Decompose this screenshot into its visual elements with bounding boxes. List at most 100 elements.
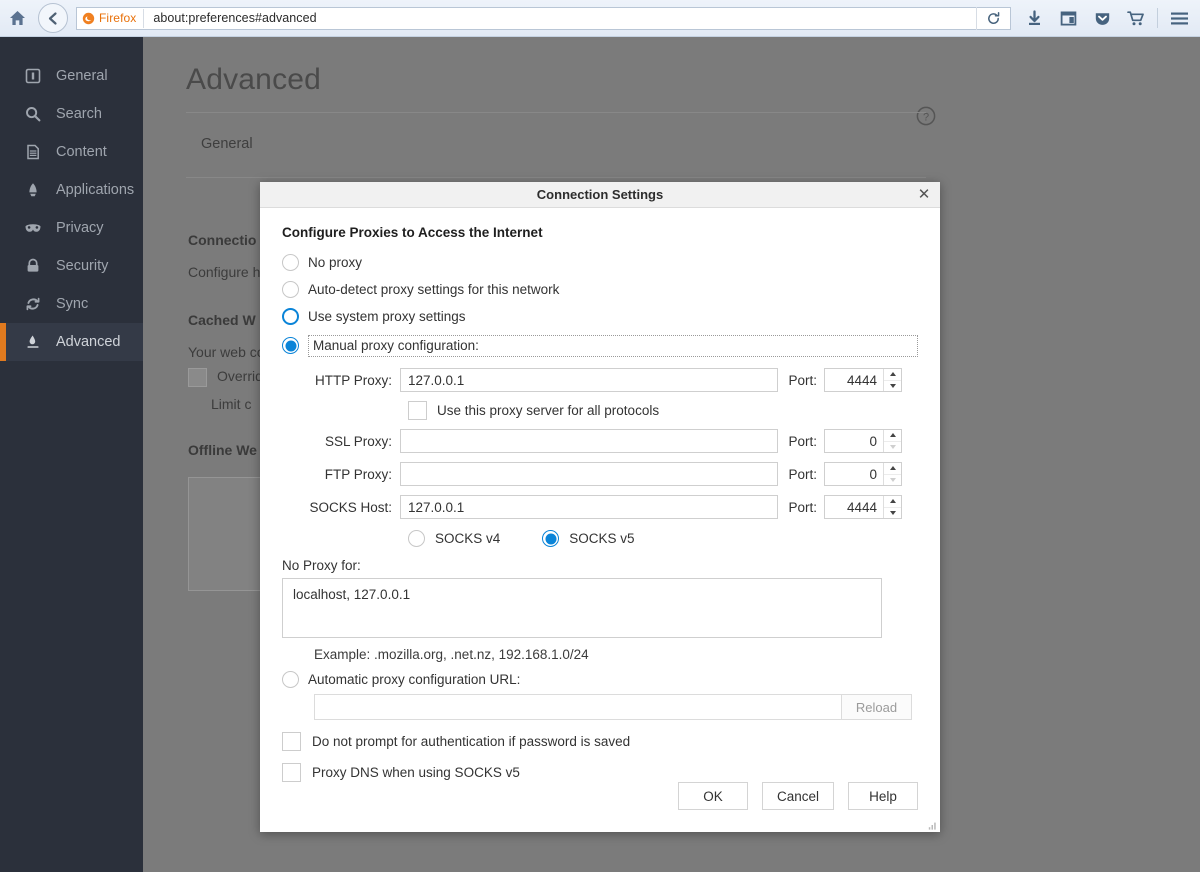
- http-port-input[interactable]: 4444: [825, 369, 883, 391]
- cart-icon[interactable]: [1119, 1, 1153, 35]
- spinner-up-icon[interactable]: [884, 496, 901, 508]
- close-icon[interactable]: ✕: [916, 186, 932, 202]
- socks-host-label: SOCKS Host:: [282, 500, 400, 515]
- override-cache-checkbox[interactable]: [188, 368, 207, 387]
- socks-port-input[interactable]: 4444: [825, 496, 883, 518]
- no-proxy-textarea[interactable]: localhost, 127.0.0.1: [282, 578, 882, 638]
- radio-no-proxy[interactable]: [282, 254, 299, 271]
- proxy-dns-checkbox[interactable]: [282, 763, 301, 782]
- ssl-port-stepper[interactable]: 0: [824, 429, 902, 453]
- all-protocols-checkbox[interactable]: [408, 401, 427, 420]
- proxy-dns-label: Proxy DNS when using SOCKS v5: [312, 765, 520, 780]
- general-icon: [24, 67, 42, 85]
- dialog-body: Configure Proxies to Access the Internet…: [260, 208, 940, 832]
- spinner-up-icon[interactable]: [884, 430, 901, 442]
- download-icon[interactable]: [1017, 1, 1051, 35]
- browser-toolbar: Firefox about:preferences#advanced: [0, 0, 1200, 37]
- ssl-proxy-label: SSL Proxy:: [282, 434, 400, 449]
- pac-url-input[interactable]: [314, 694, 842, 720]
- no-prompt-checkbox[interactable]: [282, 732, 301, 751]
- advanced-icon: [24, 333, 42, 351]
- sidebar-item-general[interactable]: General: [0, 57, 143, 95]
- ssl-proxy-input[interactable]: [400, 429, 778, 453]
- sidebar-item-search[interactable]: Search: [0, 95, 143, 133]
- ftp-proxy-input[interactable]: [400, 462, 778, 486]
- sidebar-item-security[interactable]: Security: [0, 247, 143, 285]
- pac-reload-button[interactable]: Reload: [842, 694, 912, 720]
- option-no-proxy[interactable]: No proxy: [282, 249, 918, 276]
- spinner-up-icon[interactable]: [884, 369, 901, 381]
- socks-port-spinner[interactable]: [883, 496, 901, 518]
- socks-v4-label: SOCKS v4: [435, 531, 500, 546]
- reload-icon[interactable]: [976, 7, 1010, 30]
- option-label: Use system proxy settings: [308, 309, 466, 324]
- sidebar-item-sync[interactable]: Sync: [0, 285, 143, 323]
- spinner-down-icon[interactable]: [884, 381, 901, 392]
- ssl-port-spinner[interactable]: [883, 430, 901, 452]
- sync-icon: [24, 295, 42, 313]
- socks-port-label: Port:: [778, 500, 824, 515]
- http-proxy-input[interactable]: 127.0.0.1: [400, 368, 778, 392]
- ftp-port-spinner[interactable]: [883, 463, 901, 485]
- manual-proxy-focus-box: Manual proxy configuration:: [308, 335, 918, 357]
- privacy-mask-icon: [24, 219, 42, 237]
- option-auto-detect[interactable]: Auto-detect proxy settings for this netw…: [282, 276, 918, 303]
- ftp-port-stepper[interactable]: 0: [824, 462, 902, 486]
- hamburger-menu-icon[interactable]: [1162, 1, 1196, 35]
- pocket-icon[interactable]: [1085, 1, 1119, 35]
- radio-automatic-pac[interactable]: [282, 671, 299, 688]
- url-bar[interactable]: Firefox about:preferences#advanced: [76, 7, 1011, 30]
- option-manual-proxy[interactable]: Manual proxy configuration:: [282, 332, 918, 359]
- home-icon[interactable]: [0, 1, 34, 35]
- sidebar-item-advanced[interactable]: Advanced: [0, 323, 143, 361]
- ssl-proxy-row: SSL Proxy: Port: 0: [282, 429, 918, 453]
- ssl-port-input[interactable]: 0: [825, 430, 883, 452]
- spinner-down-icon: [884, 475, 901, 486]
- spinner-down-icon[interactable]: [884, 508, 901, 519]
- sidebar-item-privacy[interactable]: Privacy: [0, 209, 143, 247]
- radio-manual-proxy[interactable]: [282, 337, 299, 354]
- spinner-up-icon[interactable]: [884, 463, 901, 475]
- http-port-spinner[interactable]: [883, 369, 901, 391]
- option-label: Auto-detect proxy settings for this netw…: [308, 282, 559, 297]
- dialog-button-row: OK Cancel Help: [678, 782, 918, 810]
- toolbar-divider: [1157, 8, 1158, 28]
- connection-settings-dialog: Connection Settings ✕ Configure Proxies …: [260, 182, 940, 832]
- http-port-label: Port:: [778, 373, 824, 388]
- option-automatic-pac[interactable]: Automatic proxy configuration URL:: [282, 671, 918, 688]
- ssl-port-label: Port:: [778, 434, 824, 449]
- tab-general[interactable]: General: [201, 136, 253, 152]
- no-proxy-label: No Proxy for:: [282, 558, 918, 573]
- security-lock-icon: [24, 257, 42, 275]
- back-button[interactable]: [38, 3, 68, 33]
- http-proxy-row: HTTP Proxy: 127.0.0.1 Port: 4444: [282, 368, 918, 392]
- svg-text:?: ?: [923, 111, 929, 123]
- library-icon[interactable]: [1051, 1, 1085, 35]
- http-port-stepper[interactable]: 4444: [824, 368, 902, 392]
- radio-use-system-proxy[interactable]: [282, 308, 299, 325]
- url-text[interactable]: about:preferences#advanced: [144, 11, 316, 25]
- sidebar-item-applications[interactable]: Applications: [0, 171, 143, 209]
- radio-socks-v5[interactable]: [542, 530, 559, 547]
- socks-host-input[interactable]: 127.0.0.1: [400, 495, 778, 519]
- section-text-connection: Configure h: [188, 264, 260, 280]
- radio-socks-v4[interactable]: [408, 530, 425, 547]
- ok-button[interactable]: OK: [678, 782, 748, 810]
- resize-grip[interactable]: [927, 819, 937, 829]
- sidebar-item-label: Applications: [56, 182, 134, 198]
- limit-cache-text: Limit c: [211, 396, 251, 412]
- ftp-port-input[interactable]: 0: [825, 463, 883, 485]
- cancel-button[interactable]: Cancel: [762, 782, 834, 810]
- radio-auto-detect[interactable]: [282, 281, 299, 298]
- help-question-icon[interactable]: ?: [915, 105, 937, 127]
- all-protocols-row[interactable]: Use this proxy server for all protocols: [282, 401, 918, 420]
- proxy-dns-row[interactable]: Proxy DNS when using SOCKS v5: [282, 763, 918, 782]
- help-button[interactable]: Help: [848, 782, 918, 810]
- http-proxy-label: HTTP Proxy:: [282, 373, 400, 388]
- sidebar-item-label: General: [56, 68, 108, 84]
- option-use-system-proxy[interactable]: Use system proxy settings: [282, 303, 918, 330]
- no-prompt-row[interactable]: Do not prompt for authentication if pass…: [282, 732, 918, 751]
- pac-input-row: Reload: [282, 694, 918, 720]
- socks-port-stepper[interactable]: 4444: [824, 495, 902, 519]
- sidebar-item-content[interactable]: Content: [0, 133, 143, 171]
